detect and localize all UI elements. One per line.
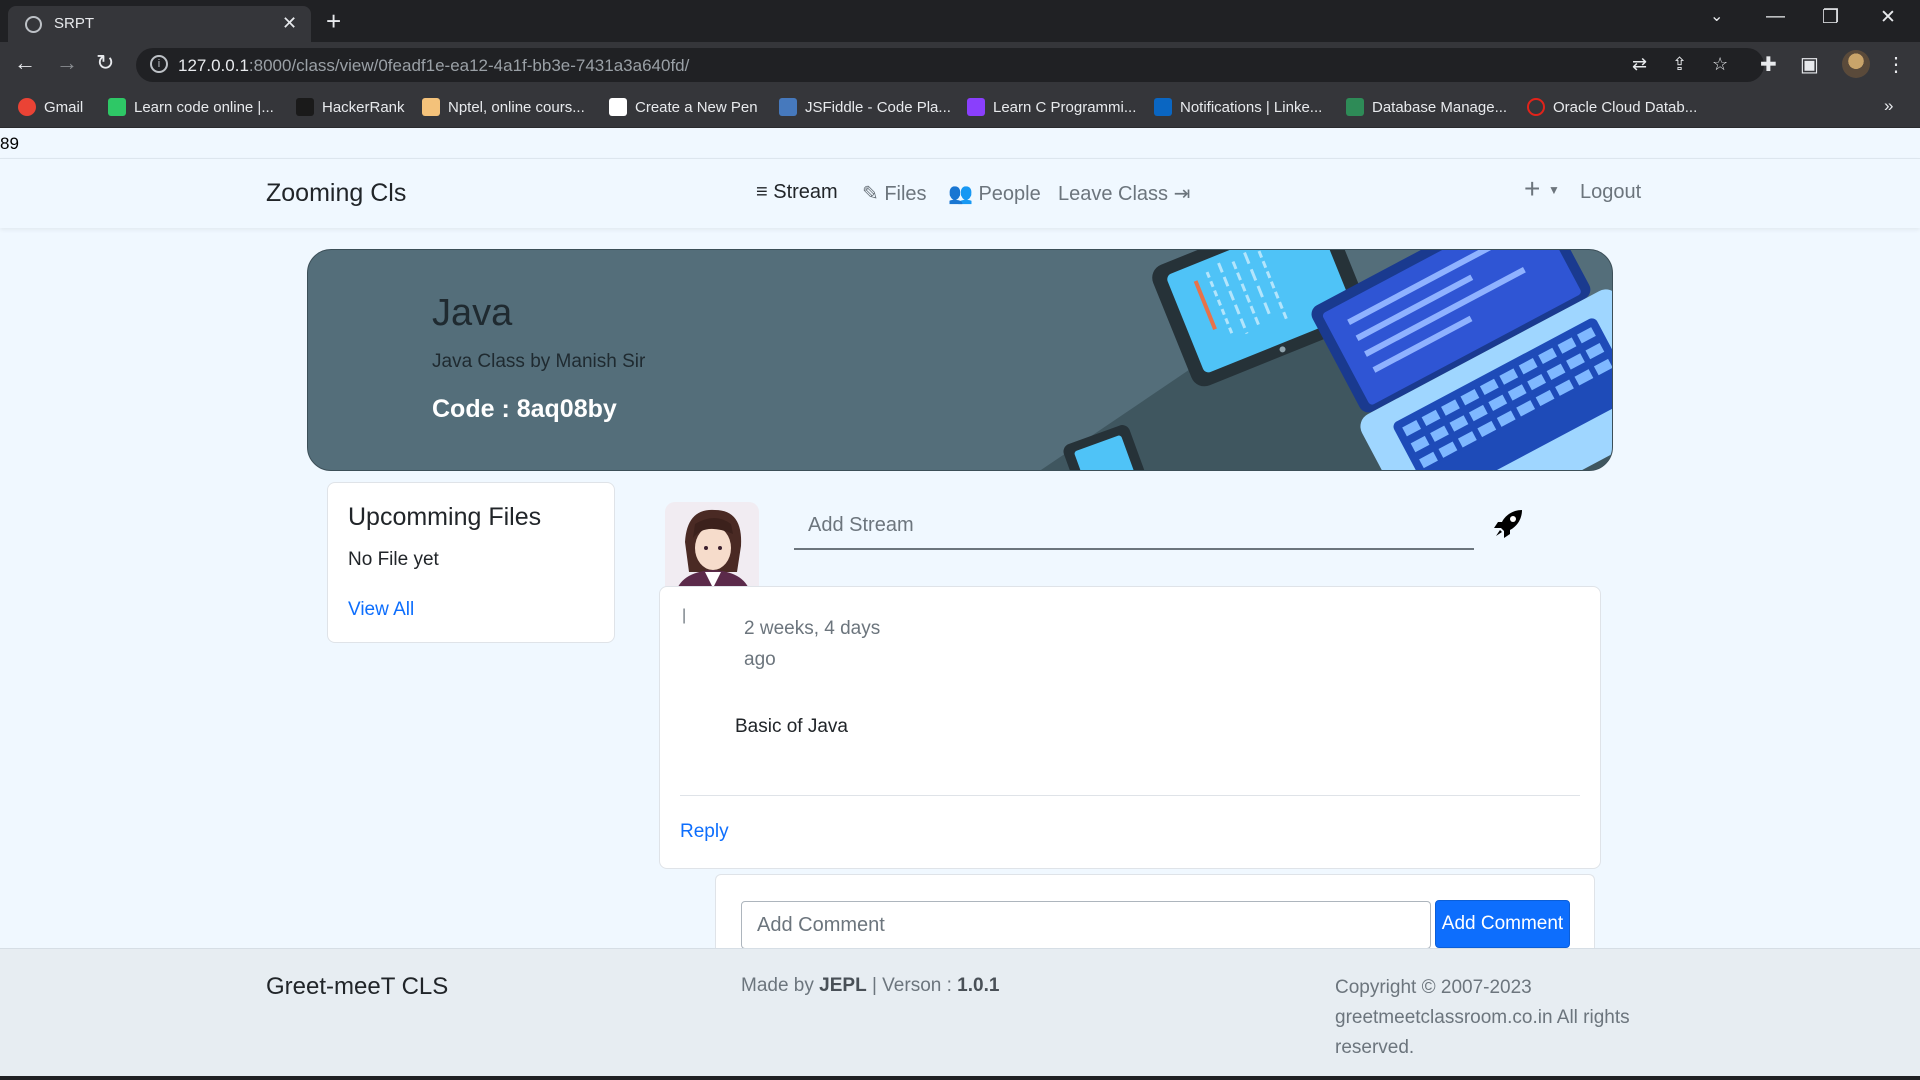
files-card-title: Upcomming Files: [348, 503, 542, 531]
nav-stream-label: Stream: [773, 181, 838, 203]
site-footer: Greet-meeT CLS Made by JEPL | Verson : 1…: [0, 948, 1920, 1080]
class-subtitle: Java Class by Manish Sir: [432, 351, 646, 372]
devices-illustration: [1040, 250, 1612, 470]
footer-brand: Greet-meeT CLS: [266, 973, 449, 1000]
nav-people[interactable]: 👥 People: [948, 181, 1041, 206]
side-panel-icon[interactable]: ▣: [1800, 52, 1819, 77]
post-timestamp: 2 weeks, 4 days ago: [744, 618, 881, 670]
bookmark-linkedin[interactable]: Notifications | Linke...: [1154, 98, 1322, 116]
site-navbar: Zooming Cls ≡ Stream ✎ Files 👥 People Le…: [0, 158, 1920, 228]
view-all-link[interactable]: View All: [348, 599, 414, 621]
bookmark-nptel[interactable]: Nptel, online cours...: [422, 98, 585, 116]
database-icon: [1346, 98, 1364, 116]
browser-tab-strip: SRPT ✕ + ⌄ — ❐ ✕: [0, 0, 1920, 42]
nptel-icon: [422, 98, 440, 116]
class-code: Code : 8aq08by: [432, 395, 617, 423]
hackerrank-icon: [296, 98, 314, 116]
nav-stream[interactable]: ≡ Stream: [756, 181, 838, 204]
navbar-brand[interactable]: Zooming Cls: [266, 179, 406, 208]
window-close-icon[interactable]: ✕: [1880, 6, 1896, 29]
reply-link[interactable]: Reply: [680, 821, 729, 843]
linkedin-icon: [1154, 98, 1172, 116]
nav-leave-class[interactable]: Leave Class ⇥: [1058, 181, 1190, 206]
rocket-send-icon[interactable]: [1492, 506, 1526, 540]
class-banner: Java Java Class by Manish Sir Code : 8aq…: [307, 249, 1613, 471]
profile-avatar[interactable]: [1842, 50, 1870, 78]
bookmark-database[interactable]: Database Manage...: [1346, 98, 1507, 116]
site-info-icon[interactable]: i: [150, 55, 168, 73]
taskbar-edge: [0, 1076, 1920, 1080]
bookmark-gmail[interactable]: Gmail: [18, 98, 83, 116]
footer-made-by: Made by JEPL | Verson : 1.0.1: [741, 975, 1000, 996]
sign-out-icon: ⇥: [1173, 183, 1191, 205]
bookmark-codepen[interactable]: Create a New Pen: [609, 98, 758, 116]
post-author-placeholder: |: [682, 607, 687, 624]
share-icon[interactable]: ⇪: [1672, 54, 1687, 75]
users-icon: 👥: [948, 183, 973, 205]
bars-icon: ≡: [756, 181, 768, 203]
nav-people-label: People: [978, 183, 1041, 205]
nav-files-label: Files: [884, 183, 927, 205]
learn-c-icon: [967, 98, 985, 116]
caret-down-icon[interactable]: ▼: [1548, 183, 1560, 197]
tab-search-icon[interactable]: ⌄: [1710, 6, 1723, 26]
new-tab-icon[interactable]: +: [326, 6, 341, 37]
restore-icon[interactable]: ❐: [1822, 6, 1839, 29]
page: 89 Zooming Cls ≡ Stream ✎ Files 👥 People…: [0, 128, 1920, 1080]
files-empty-text: No File yet: [348, 549, 439, 570]
nav-leave-label: Leave Class: [1058, 183, 1169, 205]
codecademy-icon: [108, 98, 126, 116]
upcoming-files-card: Upcomming Files No File yet View All: [327, 482, 615, 643]
add-comment-button[interactable]: Add Comment: [1435, 900, 1570, 948]
user-avatar: [665, 502, 759, 596]
bookmark-star-icon[interactable]: ☆: [1712, 54, 1728, 75]
add-stream-input[interactable]: [794, 502, 1474, 550]
url-text[interactable]: 127.0.0.1:8000/class/view/0feadf1e-ea12-…: [178, 56, 689, 76]
comment-form: Add Comment: [715, 874, 1595, 954]
translate-icon[interactable]: ⇄: [1632, 54, 1647, 75]
oracle-icon: [1527, 98, 1545, 116]
gmail-icon: [18, 98, 36, 116]
forward-icon[interactable]: →: [56, 50, 78, 76]
class-title: Java: [432, 292, 513, 334]
bookmark-jsfiddle[interactable]: JSFiddle - Code Pla...: [779, 98, 951, 116]
post-divider: [680, 795, 1580, 796]
bookmarks-bar: Gmail Learn code online |... HackerRank …: [0, 88, 1920, 128]
tab-title: SRPT: [54, 15, 95, 32]
reload-icon[interactable]: ↻: [96, 50, 114, 76]
more-bookmarks-icon[interactable]: »: [1884, 96, 1893, 116]
bookmark-hackerrank[interactable]: HackerRank: [296, 98, 405, 116]
bookmark-learn-c[interactable]: Learn C Programmi...: [967, 98, 1136, 116]
bookmark-learn-code[interactable]: Learn code online |...: [108, 98, 274, 116]
create-plus-icon[interactable]: +: [1524, 173, 1540, 205]
back-icon[interactable]: ←: [14, 50, 36, 76]
globe-icon: [25, 16, 42, 33]
jsfiddle-icon: [779, 98, 797, 116]
menu-kebab-icon[interactable]: ⋮: [1886, 52, 1906, 77]
browser-toolbar: ← → ↻ i 127.0.0.1:8000/class/view/0feadf…: [0, 42, 1920, 88]
minimize-icon[interactable]: —: [1766, 6, 1785, 28]
footer-copyright: Copyright © 2007-2023 greetmeetclassroom…: [1335, 977, 1630, 1058]
add-comment-input[interactable]: [741, 901, 1431, 949]
address-bar[interactable]: i 127.0.0.1:8000/class/view/0feadf1e-ea1…: [136, 48, 1764, 82]
codepen-icon: [609, 98, 627, 116]
bookmark-oracle[interactable]: Oracle Cloud Datab...: [1527, 98, 1697, 116]
edit-file-icon: ✎: [862, 183, 879, 205]
browser-tab[interactable]: SRPT ✕: [8, 6, 311, 42]
logout-link[interactable]: Logout: [1580, 181, 1641, 204]
nav-files[interactable]: ✎ Files: [862, 181, 927, 206]
close-tab-icon[interactable]: ✕: [282, 13, 297, 34]
stream-post-card: | 2 weeks, 4 days ago Basic of Java Repl…: [659, 586, 1601, 869]
post-body: Basic of Java: [735, 716, 848, 737]
extensions-icon[interactable]: ✚: [1760, 52, 1777, 77]
debug-counter: 89: [0, 134, 19, 153]
